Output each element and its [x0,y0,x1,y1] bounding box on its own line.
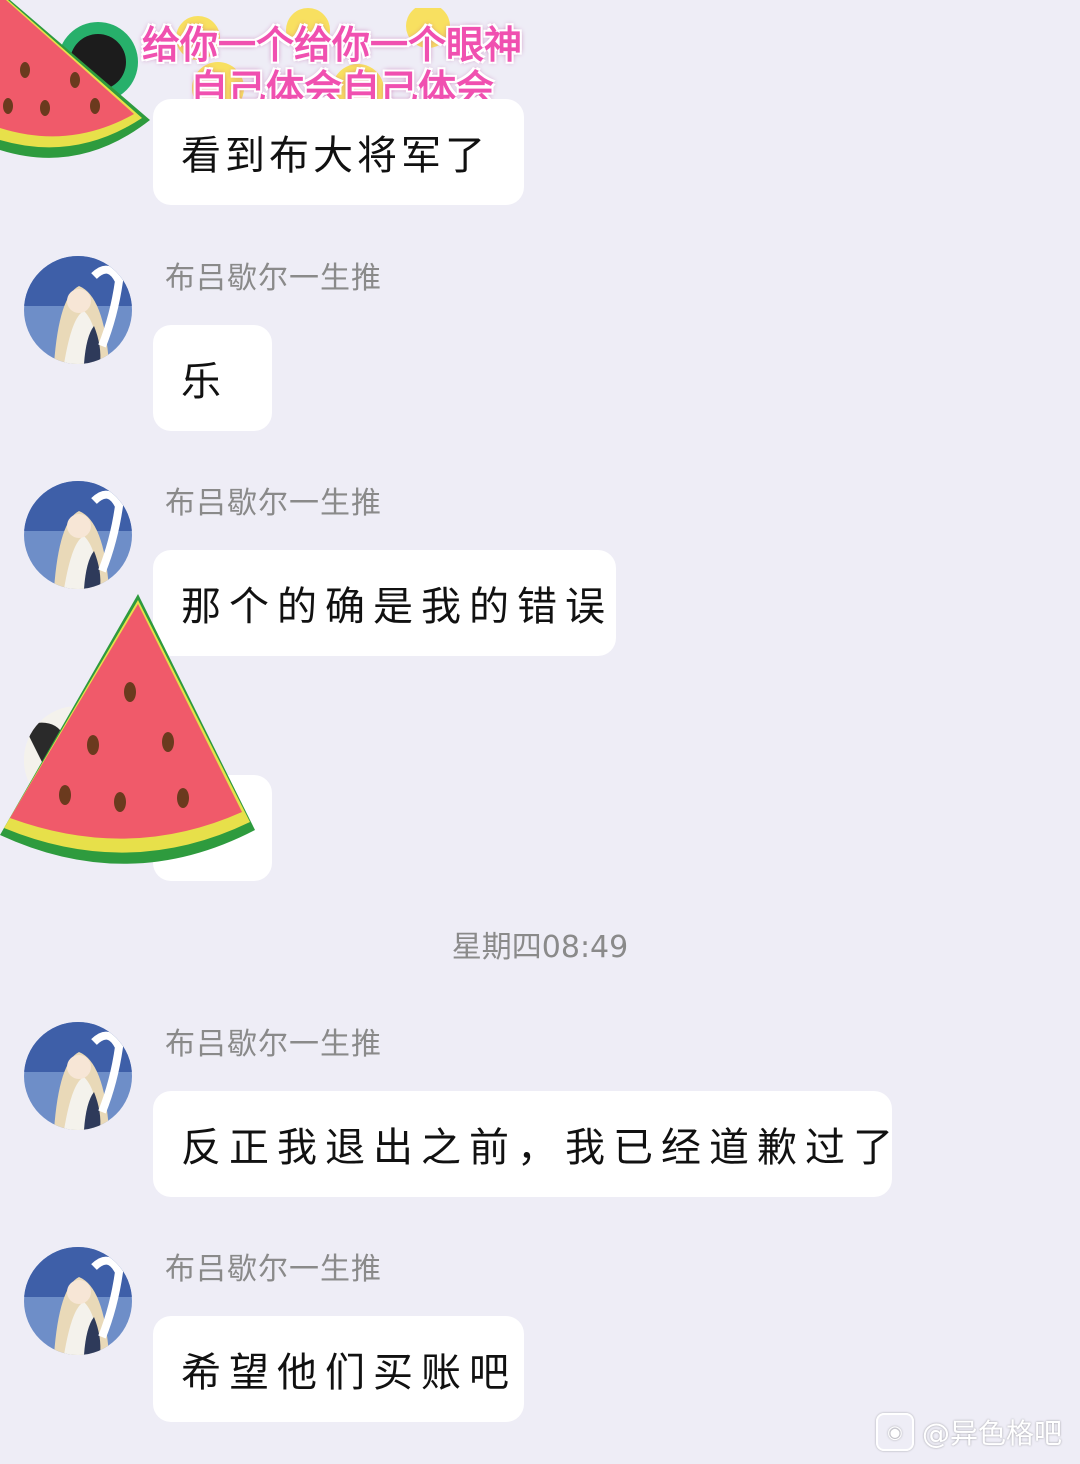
message-text: 反正我退出之前，我已经道歉过了 [181,1125,901,1171]
avatar[interactable] [24,1022,132,1130]
message-text: 希望他们买账吧 [181,1350,517,1396]
avatar[interactable] [24,256,132,364]
message-text: 看到布大将军了 [181,133,489,179]
message-bubble[interactable]: 希望他们买账吧 [153,1316,524,1422]
timestamp: 星期四08:49 [451,930,629,965]
watermark: ◉ @异色格吧 [875,1412,1062,1452]
message-bubble[interactable]: 反正我退出之前，我已经道歉过了 [153,1091,893,1197]
watermelon-sticker-top [0,0,160,175]
weibo-logo-icon: ◉ [875,1413,914,1451]
header-sticker-text: 给你一个给你一个眼神 自己体会自己体会 [138,8,522,111]
message-bubble[interactable]: 看到布大将军了 [153,99,524,205]
sender-name: 布吕歇尔一生推 [165,486,382,521]
message-text: 乐 [181,359,229,405]
avatar[interactable] [24,1247,132,1355]
sender-name: 布吕歇尔一生推 [165,1027,382,1062]
avatar[interactable] [24,481,132,589]
message-bubble[interactable]: 乐 [153,325,272,431]
sender-name: 布吕歇尔一生推 [165,1252,382,1287]
watermark-text: @异色格吧 [921,1417,1062,1450]
sender-name: 布吕歇尔一生推 [165,261,382,296]
watermelon-sticker [0,590,260,890]
